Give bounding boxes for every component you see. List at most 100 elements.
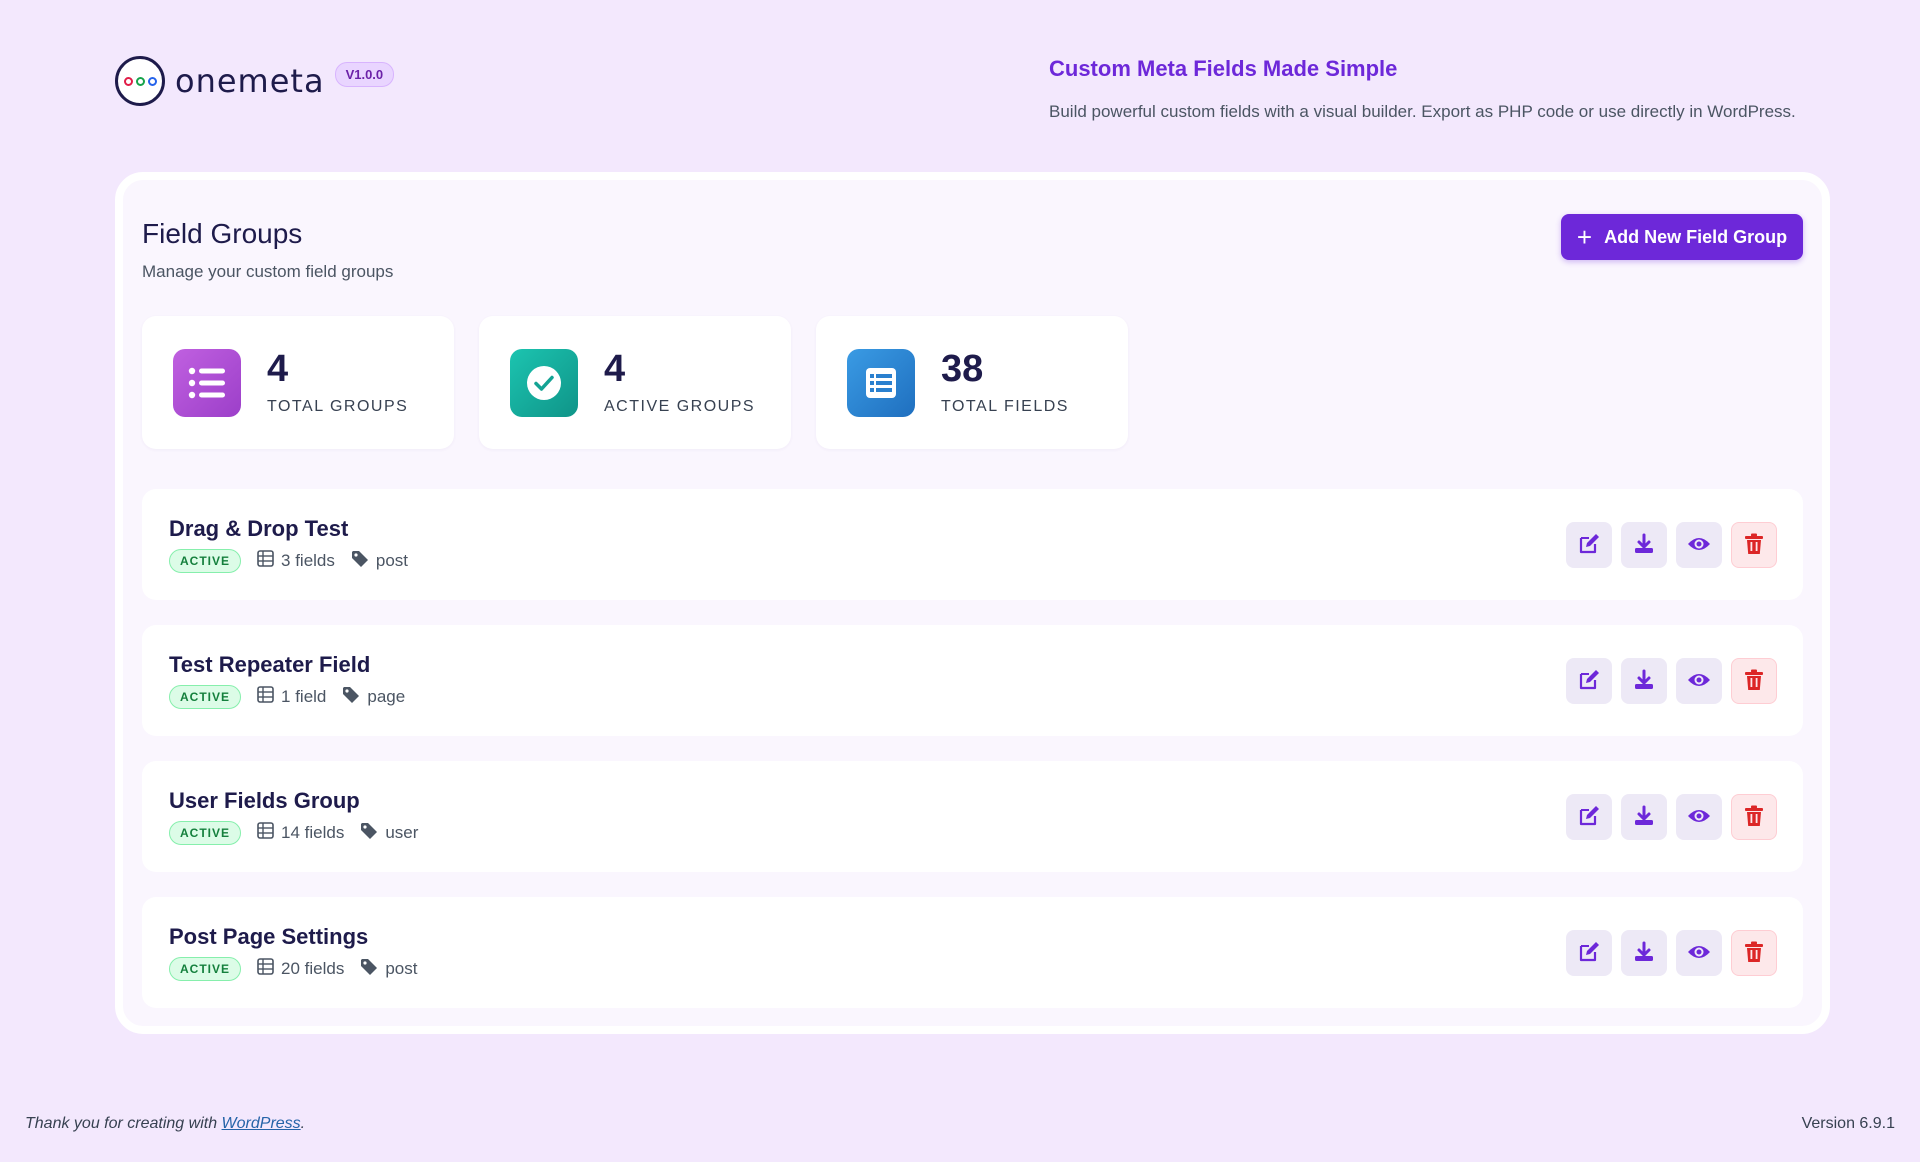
field-count-text: 3 fields xyxy=(281,551,335,570)
brand-logo: onemeta V1.0.0 xyxy=(115,56,395,106)
delete-button[interactable] xyxy=(1731,522,1777,568)
version-badge: V1.0.0 xyxy=(334,61,395,87)
footer-thanks-text: Thank you for creating with xyxy=(25,1115,222,1132)
tag-icon xyxy=(351,550,369,573)
page-header: onemeta V1.0.0 Custom Meta Fields Made S… xyxy=(115,56,1830,136)
table-icon xyxy=(257,686,274,708)
edit-icon xyxy=(1578,669,1600,694)
table-icon xyxy=(257,958,274,980)
group-meta: ACTIVE 20 fields post xyxy=(169,957,417,981)
group-name[interactable]: Post Page Settings xyxy=(169,924,368,950)
edit-button[interactable] xyxy=(1566,658,1612,704)
eye-icon xyxy=(1687,807,1711,828)
tagline: Custom Meta Fields Made Simple Build pow… xyxy=(1049,56,1796,122)
field-count-text: 20 fields xyxy=(281,959,345,978)
page-title: Field Groups xyxy=(142,218,303,249)
add-button-label: Add New Field Group xyxy=(1604,226,1788,247)
trash-icon xyxy=(1744,941,1764,966)
field-count-text: 1 field xyxy=(281,687,327,706)
field-count: 20 fields xyxy=(257,958,344,980)
trash-icon xyxy=(1744,533,1764,558)
footer-thanks-suffix: . xyxy=(300,1115,306,1132)
status-badge: ACTIVE xyxy=(169,957,242,981)
table-icon xyxy=(257,822,274,844)
trash-icon xyxy=(1744,805,1764,830)
location: post xyxy=(351,550,408,573)
stat-label: TOTAL GROUPS xyxy=(267,397,409,415)
location: page xyxy=(342,686,405,709)
edit-button[interactable] xyxy=(1566,794,1612,840)
delete-button[interactable] xyxy=(1731,930,1777,976)
wordpress-link[interactable]: WordPress xyxy=(222,1115,301,1132)
preview-button[interactable] xyxy=(1676,794,1722,840)
field-groups-card: Field Groups Manage your custom field gr… xyxy=(115,172,1830,1034)
location: user xyxy=(360,822,418,845)
location: post xyxy=(360,958,417,981)
status-badge: ACTIVE xyxy=(169,549,242,573)
row-actions xyxy=(1566,794,1777,840)
delete-button[interactable] xyxy=(1731,658,1777,704)
footer-version: Version 6.9.1 xyxy=(1801,1115,1895,1132)
location-text: user xyxy=(385,823,419,842)
trash-icon xyxy=(1744,669,1764,694)
download-icon xyxy=(1633,669,1655,694)
list-item: Post Page Settings ACTIVE 20 fields post xyxy=(142,897,1803,1008)
edit-button[interactable] xyxy=(1566,930,1612,976)
location-text: post xyxy=(375,551,409,570)
tagline-description: Build powerful custom fields with a visu… xyxy=(1049,102,1796,121)
export-button[interactable] xyxy=(1621,794,1667,840)
preview-button[interactable] xyxy=(1676,522,1722,568)
check-circle-icon xyxy=(510,348,578,417)
group-name[interactable]: Drag & Drop Test xyxy=(169,516,348,542)
preview-button[interactable] xyxy=(1676,930,1722,976)
download-icon xyxy=(1633,941,1655,966)
export-button[interactable] xyxy=(1621,930,1667,976)
field-count-text: 14 fields xyxy=(281,823,345,842)
location-text: post xyxy=(385,959,418,978)
export-button[interactable] xyxy=(1621,658,1667,704)
page-subtitle: Manage your custom field groups xyxy=(142,262,394,281)
edit-icon xyxy=(1578,805,1600,830)
table-list-icon xyxy=(847,348,915,417)
list-icon xyxy=(173,348,241,417)
field-group-list: Drag & Drop Test ACTIVE 3 fields post Te… xyxy=(142,489,1803,1033)
tag-icon xyxy=(360,822,378,845)
stat-value: 4 xyxy=(604,347,626,390)
row-actions xyxy=(1566,930,1777,976)
group-name[interactable]: Test Repeater Field xyxy=(169,652,370,678)
tag-icon xyxy=(360,958,378,981)
list-item: Test Repeater Field ACTIVE 1 field page xyxy=(142,625,1803,736)
download-icon xyxy=(1633,533,1655,558)
field-count: 14 fields xyxy=(257,822,344,844)
group-name[interactable]: User Fields Group xyxy=(169,788,360,814)
field-count: 1 field xyxy=(257,686,326,708)
footer-thanks: Thank you for creating with WordPress. xyxy=(25,1115,305,1133)
list-item: User Fields Group ACTIVE 14 fields user xyxy=(142,761,1803,872)
status-badge: ACTIVE xyxy=(169,821,242,845)
edit-button[interactable] xyxy=(1566,522,1612,568)
group-meta: ACTIVE 3 fields post xyxy=(169,549,408,573)
preview-button[interactable] xyxy=(1676,658,1722,704)
delete-button[interactable] xyxy=(1731,794,1777,840)
edit-icon xyxy=(1578,533,1600,558)
plus-icon: + xyxy=(1576,222,1593,252)
stats-row: 4 TOTAL GROUPS 4 ACTIVE GROUPS 38 TOTAL … xyxy=(142,316,1128,449)
tag-icon xyxy=(342,686,360,709)
field-count: 3 fields xyxy=(257,550,335,572)
eye-icon xyxy=(1687,671,1711,692)
location-text: page xyxy=(367,687,406,706)
eye-icon xyxy=(1687,943,1711,964)
row-actions xyxy=(1566,522,1777,568)
stat-card-total-fields: 38 TOTAL FIELDS xyxy=(816,316,1128,449)
stat-value: 38 xyxy=(941,347,984,390)
logo-mark-icon xyxy=(115,56,165,106)
group-meta: ACTIVE 1 field page xyxy=(169,685,405,709)
download-icon xyxy=(1633,805,1655,830)
export-button[interactable] xyxy=(1621,522,1667,568)
stat-label: TOTAL FIELDS xyxy=(941,397,1069,415)
add-new-field-group-button[interactable]: + Add New Field Group xyxy=(1561,214,1803,260)
edit-icon xyxy=(1578,941,1600,966)
row-actions xyxy=(1566,658,1777,704)
group-meta: ACTIVE 14 fields user xyxy=(169,821,418,845)
list-item: Drag & Drop Test ACTIVE 3 fields post xyxy=(142,489,1803,600)
